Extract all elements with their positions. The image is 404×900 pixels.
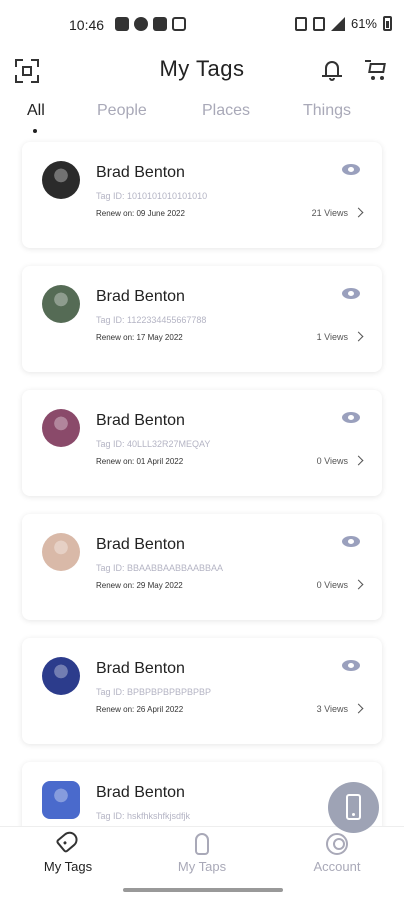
view-count: 0 Views — [316, 456, 348, 466]
chevron-right-icon[interactable] — [353, 207, 364, 218]
vibrate-icon — [294, 16, 307, 31]
nav-label: Account — [313, 859, 361, 874]
chevron-right-icon[interactable] — [353, 703, 364, 714]
skype-icon — [134, 17, 148, 31]
active-tab-indicator — [33, 129, 37, 133]
app-header: My Tags — [0, 52, 404, 88]
youtube-icon — [115, 17, 129, 31]
avatar — [42, 533, 80, 571]
view-count: 3 Views — [316, 704, 348, 714]
status-bar: 10:46 61% — [0, 0, 404, 52]
chevron-right-icon[interactable] — [353, 579, 364, 590]
renew-date: Renew on: 01 April 2022 — [96, 457, 184, 466]
tag-card[interactable]: Brad Benton Tag ID: 1010101010101010 Ren… — [22, 142, 382, 248]
view-count: 21 Views — [311, 208, 348, 218]
avatar — [42, 409, 80, 447]
tag-id: Tag ID: 1010101010101010 — [96, 191, 208, 201]
system-icons: 61% — [294, 16, 392, 31]
tab-all[interactable]: All — [27, 102, 45, 120]
tag-card[interactable]: Brad Benton Tag ID: BBAABBAABBAABBAA Ren… — [22, 514, 382, 620]
tag-card[interactable]: Brad Benton Tag ID: 1122334455667788 Ren… — [22, 266, 382, 372]
nav-label: My Taps — [177, 859, 227, 874]
tag-owner-name: Brad Benton — [96, 288, 185, 305]
filter-tabs: All People Places Things — [0, 92, 404, 136]
tag-owner-name: Brad Benton — [96, 536, 185, 553]
home-indicator[interactable] — [123, 888, 283, 892]
nav-label: My Tags — [43, 859, 93, 874]
view-count: 0 Views — [316, 580, 348, 590]
tag-id: Tag ID: hskfhkshfkjsdfjk — [96, 811, 191, 821]
tag-card[interactable]: Brad Benton Tag ID: BPBPBPBPBPBPBP Renew… — [22, 638, 382, 744]
notification-icons — [115, 17, 186, 31]
avatar — [42, 161, 80, 199]
battery-icon — [383, 16, 392, 31]
sim-icon — [312, 16, 325, 31]
tag-id: Tag ID: BPBPBPBPBPBPBP — [96, 687, 212, 697]
chevron-right-icon[interactable] — [353, 455, 364, 466]
status-time: 10:46 — [69, 17, 105, 33]
tag-card[interactable]: Brad Benton Tag ID: 40LLL32R27MEQAY Rene… — [22, 390, 382, 496]
gallery-icon — [153, 17, 167, 31]
chevron-right-icon[interactable] — [353, 331, 364, 342]
cast-icon — [172, 17, 186, 31]
renew-date: Renew on: 09 June 2022 — [96, 209, 185, 218]
tag-owner-name: Brad Benton — [96, 660, 185, 677]
tag-owner-name: Brad Benton — [96, 784, 185, 801]
cart-icon[interactable] — [365, 59, 387, 81]
bottom-nav: My Tags My Taps Account — [0, 826, 404, 882]
tag-owner-name: Brad Benton — [96, 164, 185, 181]
avatar — [42, 285, 80, 323]
view-count: 1 Views — [316, 332, 348, 342]
eye-icon[interactable] — [342, 288, 360, 299]
tab-things[interactable]: Things — [303, 102, 351, 120]
eye-icon[interactable] — [342, 412, 360, 423]
bell-icon[interactable] — [322, 58, 342, 82]
nfc-tap-button[interactable] — [328, 782, 379, 833]
renew-date: Renew on: 17 May 2022 — [96, 333, 183, 342]
battery-percent: 61% — [350, 16, 377, 31]
tag-icon — [55, 828, 81, 854]
eye-icon[interactable] — [342, 536, 360, 547]
tag-id: Tag ID: 40LLL32R27MEQAY — [96, 439, 211, 449]
eye-icon[interactable] — [342, 164, 360, 175]
renew-date: Renew on: 29 May 2022 — [96, 581, 183, 590]
tag-id: Tag ID: BBAABBAABBAABBAA — [96, 563, 224, 573]
tab-places[interactable]: Places — [202, 102, 250, 120]
tap-icon — [195, 833, 209, 855]
avatar — [42, 781, 80, 819]
avatar — [42, 657, 80, 695]
page-title: My Tags — [159, 56, 245, 81]
eye-icon[interactable] — [342, 660, 360, 671]
phone-nfc-icon — [346, 794, 361, 820]
renew-date: Renew on: 26 April 2022 — [96, 705, 184, 714]
tag-owner-name: Brad Benton — [96, 412, 185, 429]
account-icon — [326, 833, 348, 855]
signal-icon — [330, 16, 345, 31]
tab-people[interactable]: People — [97, 102, 147, 120]
tag-id: Tag ID: 1122334455667788 — [96, 315, 207, 325]
